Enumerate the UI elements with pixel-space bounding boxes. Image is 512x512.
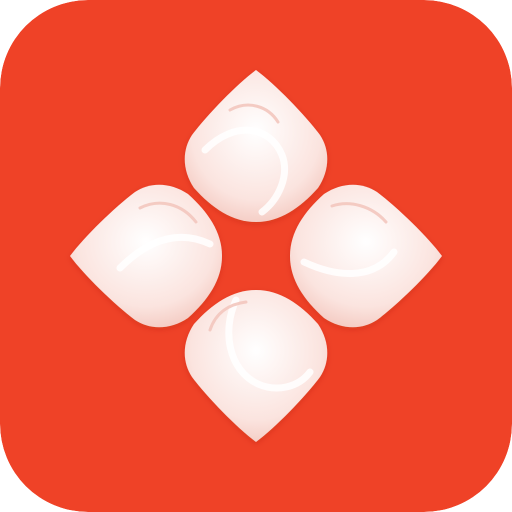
app-icon-graphic: [0, 0, 512, 512]
app-icon[interactable]: [0, 0, 512, 512]
canvas: [0, 0, 512, 512]
